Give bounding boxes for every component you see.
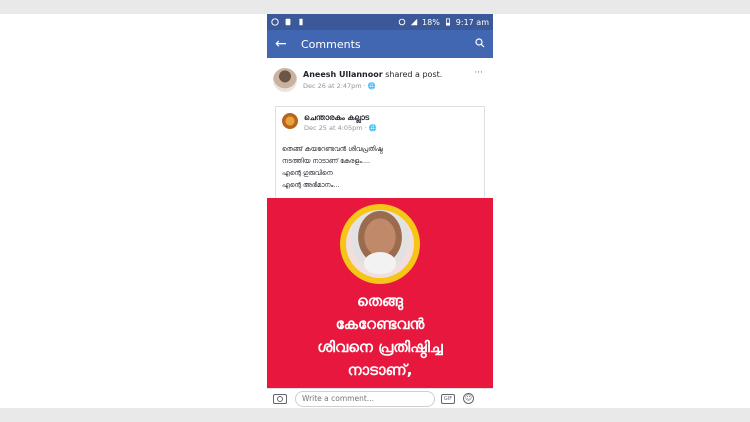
more-options-icon[interactable]: ··· xyxy=(474,68,483,78)
status-bar: 18% 9:17 am xyxy=(267,14,493,30)
shared-post-meta: Dec 25 at 4:05pm · 🌐 xyxy=(304,124,377,132)
share-action: shared a post. xyxy=(385,70,443,79)
portrait-photo xyxy=(346,210,414,278)
post-header: Aneesh Ullannoor shared a post. Dec 26 a… xyxy=(273,68,487,100)
shared-post-text: തെങ്ങ് കയറേണ്ടവൻ ശിവപ്രതിഷ്ഠ നടത്തിയ നാട… xyxy=(282,143,482,191)
image-text-line: ശിവനെ പ്രതിഷ്ഠിച്ച xyxy=(317,338,443,356)
top-margin xyxy=(0,0,750,14)
comment-bar: GIF ☺ xyxy=(267,388,493,408)
post-text-line: തെങ്ങ് കയറേണ്ടവൻ ശിവപ്രതിഷ്ഠ xyxy=(282,145,383,153)
image-text-line: നാടാണ്, xyxy=(347,361,413,379)
post-image[interactable]: തെങ്ങു കേറേണ്ടവൻ ശിവനെ പ്രതിഷ്ഠിച്ച നാടാ… xyxy=(267,198,493,388)
search-icon[interactable] xyxy=(475,37,485,51)
right-background xyxy=(493,14,750,408)
sharer-name[interactable]: Aneesh Ullannoor xyxy=(303,70,383,79)
post-meta: Dec 26 at 2:47pm · 🌐 xyxy=(303,82,376,90)
shared-post-card[interactable]: ചെന്താരകം കല്ലാട Dec 25 at 4:05pm · 🌐 തെ… xyxy=(275,106,485,198)
page-avatar[interactable] xyxy=(282,113,298,129)
page-title: Comments xyxy=(301,37,361,51)
image-text-line: കേറേണ്ടവൻ xyxy=(335,315,425,333)
whatsapp-icon xyxy=(271,18,279,26)
emoji-icon[interactable]: ☺ xyxy=(463,393,474,404)
page-name[interactable]: ചെന്താരകം കല്ലാട xyxy=(304,113,369,123)
avatar[interactable] xyxy=(273,68,297,92)
gif-icon[interactable]: GIF xyxy=(441,393,455,404)
clock: 9:17 am xyxy=(455,17,489,27)
sim-icon xyxy=(299,18,303,26)
post-text-line: നടത്തിയ നാടാണ് കേരളം.... xyxy=(282,157,371,165)
image-caption: തെങ്ങു കേറേണ്ടവൻ ശിവനെ പ്രതിഷ്ഠിച്ച നാടാ… xyxy=(267,290,493,382)
post-text-line: എന്റെ അഭിമാനം... xyxy=(282,181,340,189)
notification-icon xyxy=(285,18,291,26)
back-arrow-icon[interactable]: ← xyxy=(275,36,293,52)
portrait-beard xyxy=(364,252,396,274)
battery-percent: 18% xyxy=(422,17,440,27)
post-text-line: എന്റെ ഗുരുവിനെ xyxy=(282,169,333,177)
signal-icon xyxy=(410,18,418,26)
bottom-margin xyxy=(0,408,750,422)
sharer-line: Aneesh Ullannoor shared a post. xyxy=(303,70,442,79)
comment-input[interactable] xyxy=(295,390,435,407)
battery-icon xyxy=(445,18,450,26)
left-background xyxy=(0,14,267,408)
alarm-icon xyxy=(398,18,406,26)
phone-screen: 18% 9:17 am ← Comments Aneesh Ullannoor … xyxy=(267,14,493,408)
comments-content: Aneesh Ullannoor shared a post. Dec 26 a… xyxy=(267,58,493,394)
app-bar: ← Comments xyxy=(267,30,493,58)
camera-icon[interactable] xyxy=(273,393,287,404)
image-text-line: തെങ്ങു xyxy=(357,292,403,310)
